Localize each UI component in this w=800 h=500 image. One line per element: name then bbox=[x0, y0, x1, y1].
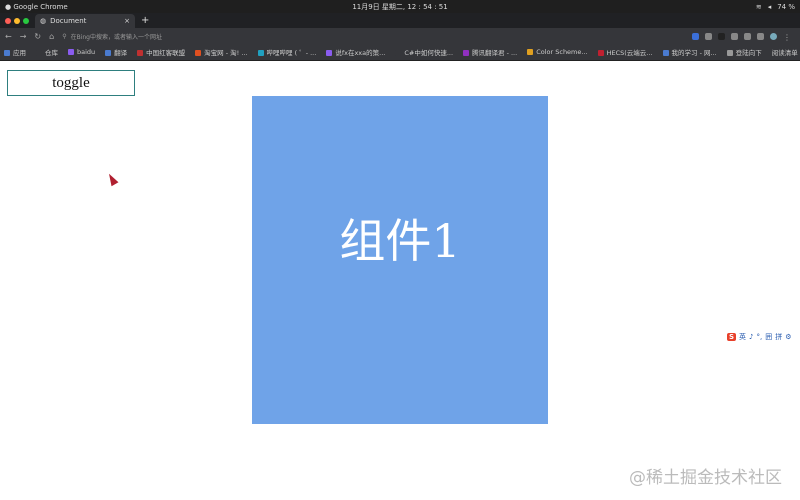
component-text: 组件1 bbox=[339, 214, 461, 268]
ime-item[interactable]: ♪ bbox=[749, 333, 753, 341]
ime-item[interactable]: 英 bbox=[739, 332, 746, 342]
bookmark-item[interactable]: 翻译 bbox=[105, 47, 127, 57]
menu-icon[interactable]: ⋮ bbox=[783, 33, 791, 42]
bookmark-icon bbox=[662, 50, 669, 56]
bookmark-label: 哔哩哔哩 ( ゜- ... bbox=[266, 49, 317, 57]
toolbar: ← → ↻ ⌂ ⚲ 在Bing中搜索，或者输入一个网址 ⋮ bbox=[0, 28, 800, 44]
volume-icon[interactable]: ◂ bbox=[768, 3, 772, 11]
bookmark-label: Color Scheme... bbox=[536, 48, 588, 56]
tab-strip: ◍ Document × + bbox=[0, 13, 800, 28]
bookmark-icon bbox=[105, 50, 112, 56]
bookmark-icon bbox=[195, 50, 202, 56]
puzzle-icon[interactable] bbox=[757, 32, 764, 40]
clock: 11月9日 星期二, 12 : 54 : 51 bbox=[352, 2, 448, 11]
ime-item[interactable]: 囲 bbox=[765, 332, 772, 342]
wifi-icon[interactable]: ≋ bbox=[756, 3, 762, 11]
battery-level[interactable]: 74 % bbox=[777, 3, 795, 11]
os-menu-bar: ● Google Chrome 11月9日 星期二, 12 : 54 : 51 … bbox=[0, 0, 800, 13]
bookmark-item[interactable]: 说fx在xxa的策... bbox=[326, 47, 385, 57]
bookmark-label: 应用 bbox=[13, 49, 26, 57]
bookmark-icon bbox=[36, 50, 42, 56]
bookmark-icon bbox=[527, 49, 534, 55]
home-icon[interactable]: ⌂ bbox=[49, 32, 54, 41]
bookmark-label: C#中如何快速... bbox=[404, 49, 454, 57]
apple-icon[interactable]: ● bbox=[5, 3, 13, 11]
maximize-window-button[interactable] bbox=[23, 17, 29, 24]
ime-item[interactable]: 拼 bbox=[775, 332, 782, 342]
bookmark-item[interactable]: 应用 bbox=[4, 47, 26, 57]
bookmark-item[interactable]: 淘宝网 - 淘! ... bbox=[195, 47, 248, 57]
bookmark-item[interactable]: baidu bbox=[68, 48, 95, 56]
bookmarks-bar: 应用 仓库 baidu 翻译 中国红客联盟 淘宝网 - 淘! ... 哔哩哔哩 ( ゜- .… bbox=[0, 44, 800, 61]
tab-close-icon[interactable]: × bbox=[124, 17, 130, 25]
watermark: @稀土掘金技术社区 bbox=[629, 468, 782, 488]
bookmark-icon bbox=[326, 50, 333, 56]
minimize-window-button[interactable] bbox=[14, 17, 20, 24]
bookmark-icon bbox=[137, 50, 144, 56]
mouse-cursor-icon bbox=[105, 171, 119, 187]
toggle-button[interactable]: toggle bbox=[7, 70, 135, 96]
bookmark-icon bbox=[68, 49, 74, 55]
bookmark-icon bbox=[463, 50, 470, 56]
bookmark-item[interactable]: 仓库 bbox=[36, 47, 58, 57]
back-icon[interactable]: ← bbox=[5, 32, 12, 41]
tab-title: Document bbox=[50, 17, 87, 25]
component-panel: 组件1 bbox=[252, 96, 548, 424]
extension-icon[interactable] bbox=[705, 32, 712, 40]
extension-icon[interactable] bbox=[731, 32, 738, 40]
bookmark-label: 说fx在xxa的策... bbox=[335, 49, 386, 57]
bookmark-label: 我的学习 - 网... bbox=[671, 49, 717, 57]
globe-icon: ◍ bbox=[40, 17, 47, 25]
avatar[interactable] bbox=[770, 32, 777, 40]
bookmark-label: HECS(云端云... bbox=[606, 49, 653, 57]
bookmark-item[interactable]: 腾讯翻译君 - ... bbox=[463, 47, 517, 57]
bookmark-icon bbox=[597, 50, 604, 56]
extension-icon[interactable] bbox=[692, 32, 699, 40]
bookmark-label: baidu bbox=[77, 48, 96, 56]
omnibox[interactable]: ⚲ 在Bing中搜索，或者输入一个网址 bbox=[62, 30, 684, 42]
ime-item[interactable]: °, bbox=[757, 333, 763, 341]
bookmark-icon bbox=[726, 50, 733, 56]
bookmark-icon bbox=[257, 50, 264, 56]
bookmark-item[interactable]: HECS(云端云... bbox=[597, 47, 653, 57]
bookmark-item[interactable]: 哔哩哔哩 ( ゜- ... bbox=[257, 47, 317, 57]
omnibox-placeholder: 在Bing中搜索，或者输入一个网址 bbox=[70, 33, 162, 41]
bookmark-icon bbox=[4, 50, 10, 56]
bookmark-item[interactable]: 登陆向下 bbox=[726, 47, 762, 57]
bookmark-icon bbox=[395, 50, 402, 56]
ime-toolbar: S 英 ♪ °, 囲拼 ⚙ bbox=[727, 332, 792, 342]
bookmark-label: 仓库 bbox=[45, 49, 58, 57]
tab-document[interactable]: ◍ Document × bbox=[35, 14, 135, 28]
bookmark-label: 腾讯翻译君 - ... bbox=[472, 49, 518, 57]
sogou-logo-icon[interactable]: S bbox=[727, 333, 737, 341]
ime-item[interactable]: ⚙ bbox=[785, 333, 791, 341]
search-icon: ⚲ bbox=[62, 32, 67, 40]
new-tab-button[interactable]: + bbox=[141, 15, 149, 26]
extensions: ⋮ bbox=[692, 32, 791, 42]
extension-icon[interactable] bbox=[718, 32, 725, 40]
bookmark-item[interactable]: Color Scheme... bbox=[527, 48, 588, 56]
app-name: Google Chrome bbox=[13, 2, 68, 11]
reading-list-button[interactable]: 阅读清单 bbox=[772, 47, 798, 57]
bookmark-label: 中国红客联盟 bbox=[146, 49, 186, 57]
reload-icon[interactable]: ↻ bbox=[34, 32, 41, 41]
forward-icon[interactable]: → bbox=[20, 32, 27, 41]
bookmark-label: 淘宝网 - 淘! ... bbox=[204, 49, 248, 57]
close-window-button[interactable] bbox=[5, 17, 11, 24]
bookmark-item[interactable]: 我的学习 - 网... bbox=[662, 47, 717, 57]
extension-icon[interactable] bbox=[744, 32, 751, 40]
bookmark-item[interactable]: 中国红客联盟 bbox=[137, 47, 185, 57]
bookmark-item[interactable]: C#中如何快速... bbox=[395, 47, 453, 57]
bookmark-label: 登陆向下 bbox=[735, 49, 762, 57]
bookmark-label: 翻译 bbox=[114, 49, 128, 57]
